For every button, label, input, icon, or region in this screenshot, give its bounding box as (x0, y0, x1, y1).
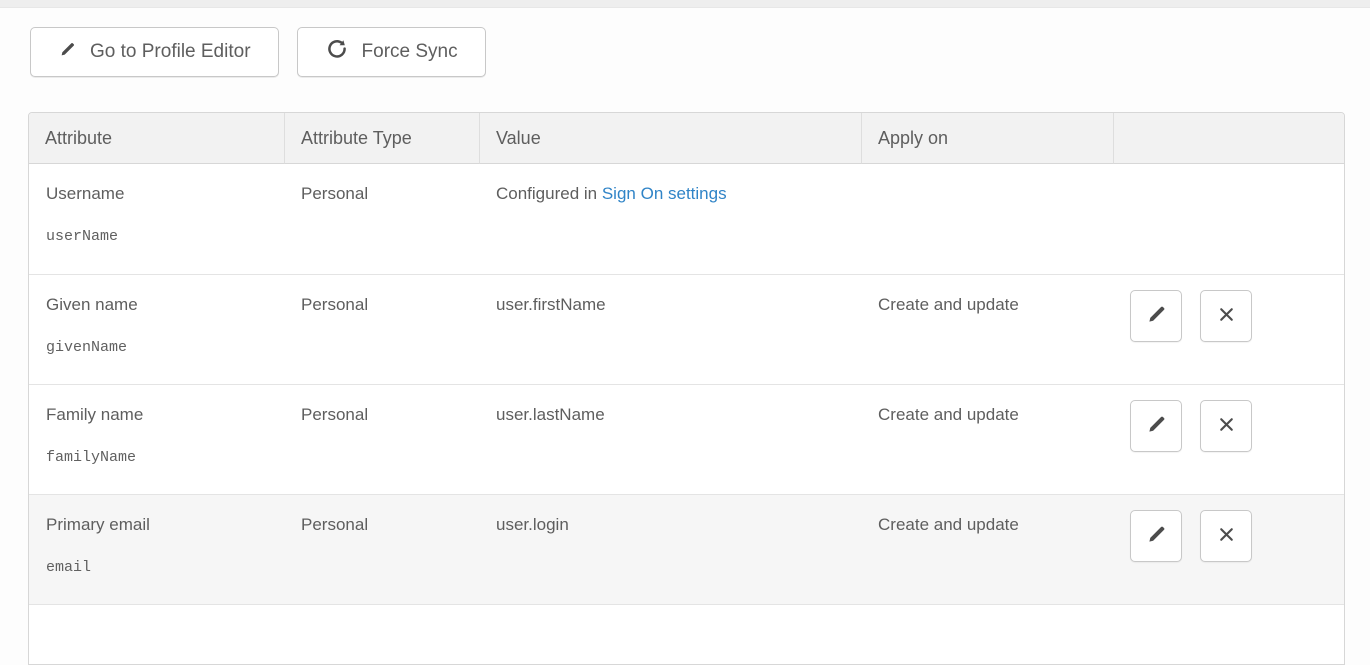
value-cell: user.lastName (479, 384, 861, 494)
apply-on-cell: Create and update (861, 494, 1113, 604)
attribute-label: Username (46, 184, 268, 204)
close-icon (1215, 303, 1238, 329)
attribute-label: Given name (46, 295, 268, 315)
attribute-variable-name: userName (46, 228, 268, 245)
actions-cell (1113, 384, 1344, 494)
delete-attribute-button[interactable] (1200, 510, 1252, 562)
actions-cell (1113, 494, 1344, 604)
table-row: Primary email email Personal user.login … (29, 494, 1344, 604)
actions-cell (1113, 164, 1344, 274)
header-attribute-type: Attribute Type (284, 113, 479, 164)
attribute-label: Primary email (46, 515, 268, 535)
header-actions (1113, 113, 1344, 164)
header-attribute: Attribute (29, 113, 284, 164)
apply-on-cell: Create and update (861, 274, 1113, 384)
value-cell: user.firstName (479, 274, 861, 384)
close-icon (1215, 413, 1238, 439)
attribute-type-cell: Personal (284, 384, 479, 494)
attribute-variable-name: givenName (46, 339, 268, 356)
refresh-icon (325, 37, 349, 67)
apply-on-cell (861, 164, 1113, 274)
attribute-cell: Username userName (29, 164, 284, 274)
pencil-icon (1145, 523, 1168, 549)
edit-attribute-button[interactable] (1130, 510, 1182, 562)
actions-cell (1113, 274, 1344, 384)
attribute-cell: Given name givenName (29, 274, 284, 384)
delete-attribute-button[interactable] (1200, 400, 1252, 452)
value-cell: user.login (479, 494, 861, 604)
header-apply-on: Apply on (861, 113, 1113, 164)
delete-attribute-button[interactable] (1200, 290, 1252, 342)
value-cell: Configured in Sign On settings (479, 164, 861, 274)
attribute-cell: Family name familyName (29, 384, 284, 494)
attribute-type-cell: Personal (284, 164, 479, 274)
attribute-mapping-table: Attribute Attribute Type Value Apply on … (28, 112, 1345, 665)
table-header: Attribute Attribute Type Value Apply on (29, 113, 1344, 164)
empty-cell (29, 604, 1344, 664)
table-row-empty (29, 604, 1344, 664)
force-sync-label: Force Sync (362, 41, 458, 63)
close-icon (1215, 523, 1238, 549)
table-row: Given name givenName Personal user.first… (29, 274, 1344, 384)
pencil-icon (58, 40, 77, 65)
edit-attribute-button[interactable] (1130, 290, 1182, 342)
attribute-cell: Primary email email (29, 494, 284, 604)
header-value: Value (479, 113, 861, 164)
table-row: Family name familyName Personal user.las… (29, 384, 1344, 494)
attribute-variable-name: email (46, 559, 268, 576)
pencil-icon (1145, 413, 1168, 439)
top-divider (0, 0, 1370, 8)
value-text: Configured in (496, 184, 602, 203)
apply-on-cell: Create and update (861, 384, 1113, 494)
attribute-variable-name: familyName (46, 449, 268, 466)
pencil-icon (1145, 303, 1168, 329)
attribute-type-cell: Personal (284, 494, 479, 604)
attribute-type-cell: Personal (284, 274, 479, 384)
table-row: Username userName Personal Configured in… (29, 164, 1344, 274)
go-to-profile-editor-label: Go to Profile Editor (90, 41, 251, 63)
attribute-label: Family name (46, 405, 268, 425)
go-to-profile-editor-button[interactable]: Go to Profile Editor (30, 27, 279, 77)
toolbar: Go to Profile Editor Force Sync (30, 27, 486, 77)
edit-attribute-button[interactable] (1130, 400, 1182, 452)
sign-on-settings-link[interactable]: Sign On settings (602, 184, 727, 203)
force-sync-button[interactable]: Force Sync (297, 27, 486, 77)
